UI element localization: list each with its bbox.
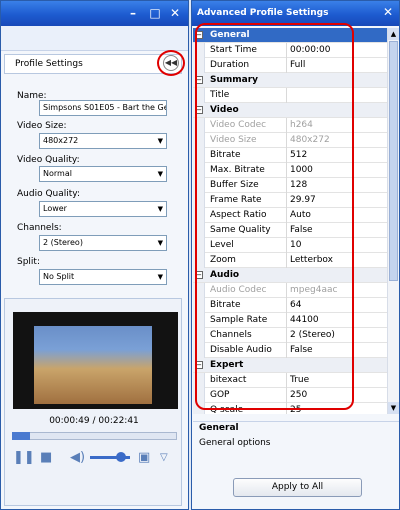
video-size-select[interactable]: 480x272 ▼	[39, 133, 167, 149]
seek-bar[interactable]	[12, 432, 177, 440]
highlight-box	[195, 23, 354, 410]
chevron-down-icon: ▼	[157, 137, 163, 145]
snapshot-icon[interactable]: ▣	[138, 450, 150, 465]
left-titlebar: – □ ✕	[1, 1, 188, 26]
scroll-down-icon[interactable]: ▼	[388, 402, 399, 414]
description-title: General	[199, 423, 239, 433]
chevron-down-icon: ▼	[157, 239, 163, 247]
stop-icon[interactable]: ■	[40, 450, 52, 465]
pause-icon[interactable]: ❚❚	[13, 450, 35, 465]
video-size-label: Video Size:	[17, 121, 67, 131]
chevron-down-icon: ▼	[157, 205, 163, 213]
audio-quality-select[interactable]: Lower ▼	[39, 201, 167, 217]
chevron-down-icon[interactable]: ▽	[160, 452, 168, 463]
video-frame-image	[34, 326, 152, 404]
volume-icon[interactable]: ◀)	[70, 450, 85, 465]
name-input[interactable]: Simpsons S01E05 - Bart the Ge	[39, 100, 167, 116]
highlight-circle	[157, 50, 185, 76]
split-select[interactable]: No Split ▼	[39, 269, 167, 285]
toolbar-strip	[1, 26, 188, 51]
apply-to-all-button[interactable]: Apply to All	[233, 478, 362, 497]
scroll-up-icon[interactable]: ▲	[388, 28, 399, 40]
profile-settings-header: Profile Settings	[4, 54, 182, 74]
close-button[interactable]: ✕	[167, 5, 183, 21]
maximize-button[interactable]: □	[147, 5, 163, 21]
channels-label: Channels:	[17, 223, 62, 233]
playback-time: 00:00:49 / 00:22:41	[49, 416, 139, 426]
window-title: Advanced Profile Settings	[197, 8, 329, 18]
video-quality-select[interactable]: Normal ▼	[39, 166, 167, 182]
seek-progress	[12, 432, 30, 440]
audio-quality-label: Audio Quality:	[17, 189, 80, 199]
scroll-thumb[interactable]	[389, 41, 398, 281]
chevron-down-icon: ▼	[157, 170, 163, 178]
channels-select[interactable]: 2 (Stereo) ▼	[39, 235, 167, 251]
chevron-down-icon: ▼	[157, 273, 163, 281]
split-label: Split:	[17, 257, 40, 267]
volume-slider-knob[interactable]	[116, 452, 126, 462]
scrollbar[interactable]: ▲ ▼	[387, 28, 399, 414]
description-text: General options	[199, 438, 271, 448]
video-quality-label: Video Quality:	[17, 155, 80, 165]
minimize-button[interactable]: –	[125, 5, 141, 21]
close-button[interactable]: ✕	[383, 5, 393, 19]
profile-settings-title: Profile Settings	[15, 59, 83, 69]
